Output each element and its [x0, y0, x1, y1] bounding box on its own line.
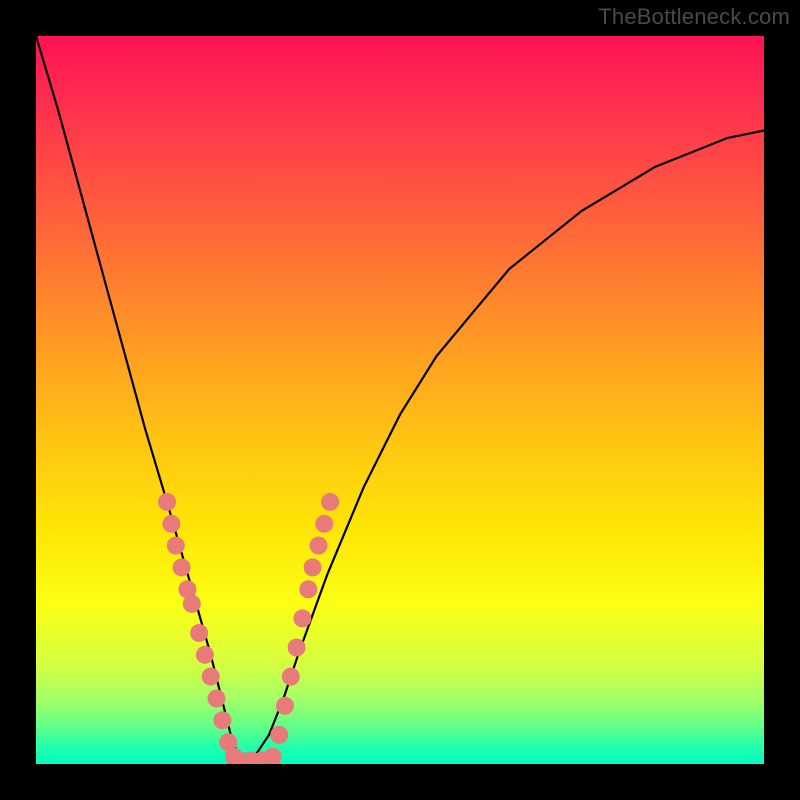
plot-area: [36, 36, 764, 764]
data-marker: [299, 580, 317, 598]
data-marker: [276, 697, 294, 715]
v-curve: [36, 36, 764, 764]
data-marker: [162, 515, 180, 533]
chart-frame: TheBottleneck.com: [0, 0, 800, 800]
data-marker: [304, 558, 322, 576]
data-marker: [310, 537, 328, 555]
data-marker: [183, 595, 201, 613]
data-marker: [173, 558, 191, 576]
data-marker: [270, 726, 288, 744]
data-marker: [315, 515, 333, 533]
data-marker: [321, 493, 339, 511]
data-marker: [167, 537, 185, 555]
data-marker: [293, 609, 311, 627]
data-marker: [196, 646, 214, 664]
data-marker: [282, 668, 300, 686]
data-marker: [213, 711, 231, 729]
data-marker: [208, 690, 226, 708]
watermark-label: TheBottleneck.com: [598, 4, 790, 30]
curve-svg: [36, 36, 764, 764]
data-marker: [264, 748, 282, 764]
marker-group: [158, 493, 339, 764]
data-marker: [202, 668, 220, 686]
data-marker: [190, 624, 208, 642]
data-marker: [158, 493, 176, 511]
data-marker: [288, 639, 306, 657]
